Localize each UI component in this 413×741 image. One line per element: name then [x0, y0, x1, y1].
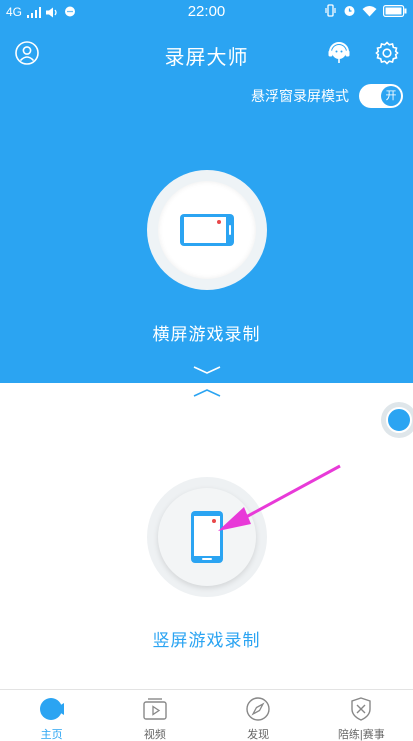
alarm-icon — [344, 6, 355, 16]
portrait-record-label: 竖屏游戏录制 — [152, 631, 261, 650]
battery-icon — [383, 4, 407, 17]
app-header: 录屏大师 — [0, 30, 413, 76]
compass-icon — [246, 697, 270, 721]
chevron-down-icon[interactable] — [192, 364, 222, 378]
video-icon — [143, 698, 167, 720]
tab-home[interactable]: 主页 — [0, 690, 103, 741]
status-bar: 4G 22:00 — [0, 0, 413, 26]
tab-discover[interactable]: 发现 — [207, 690, 310, 741]
status-right — [324, 4, 407, 17]
floating-mode-label: 悬浮窗录屏模式 — [251, 88, 349, 104]
tab-coaching-label: 陪练|赛事 — [337, 729, 385, 741]
portrait-record-button[interactable] — [147, 477, 267, 597]
floating-ball-button[interactable] — [381, 402, 413, 438]
landscape-phone-icon — [180, 214, 234, 246]
chevron-up-icon[interactable] — [192, 386, 222, 400]
landscape-record-button[interactable] — [147, 170, 267, 290]
toggle-knob: 开 — [381, 86, 401, 106]
top-panel: 4G 22:00 录屏大师 悬浮窗录屏模式 开 横屏游戏录制 — [0, 0, 413, 383]
floating-ball-icon — [386, 407, 412, 433]
floating-mode-row: 悬浮窗录屏模式 开 — [251, 84, 403, 108]
landscape-record-label: 横屏游戏录制 — [152, 325, 261, 344]
customer-service-icon[interactable] — [326, 40, 352, 66]
portrait-phone-icon — [191, 511, 223, 563]
tab-home-label: 主页 — [40, 729, 63, 741]
tab-coaching[interactable]: 陪练|赛事 — [310, 690, 413, 741]
tab-video-label: 视频 — [143, 729, 166, 741]
tab-discover-label: 发现 — [247, 729, 270, 741]
versus-icon — [351, 697, 372, 721]
landscape-button-face — [158, 181, 256, 279]
wifi-icon — [362, 5, 377, 16]
vibrate-icon — [325, 4, 336, 17]
bottom-tab-bar: 主页 视频 发现 陪练|赛事 — [0, 689, 413, 741]
tab-video[interactable]: 视频 — [103, 690, 206, 741]
floating-mode-toggle[interactable]: 开 — [359, 84, 403, 108]
settings-gear-icon[interactable] — [374, 40, 400, 66]
home-camera-icon — [39, 698, 64, 720]
portrait-button-face — [158, 488, 256, 586]
